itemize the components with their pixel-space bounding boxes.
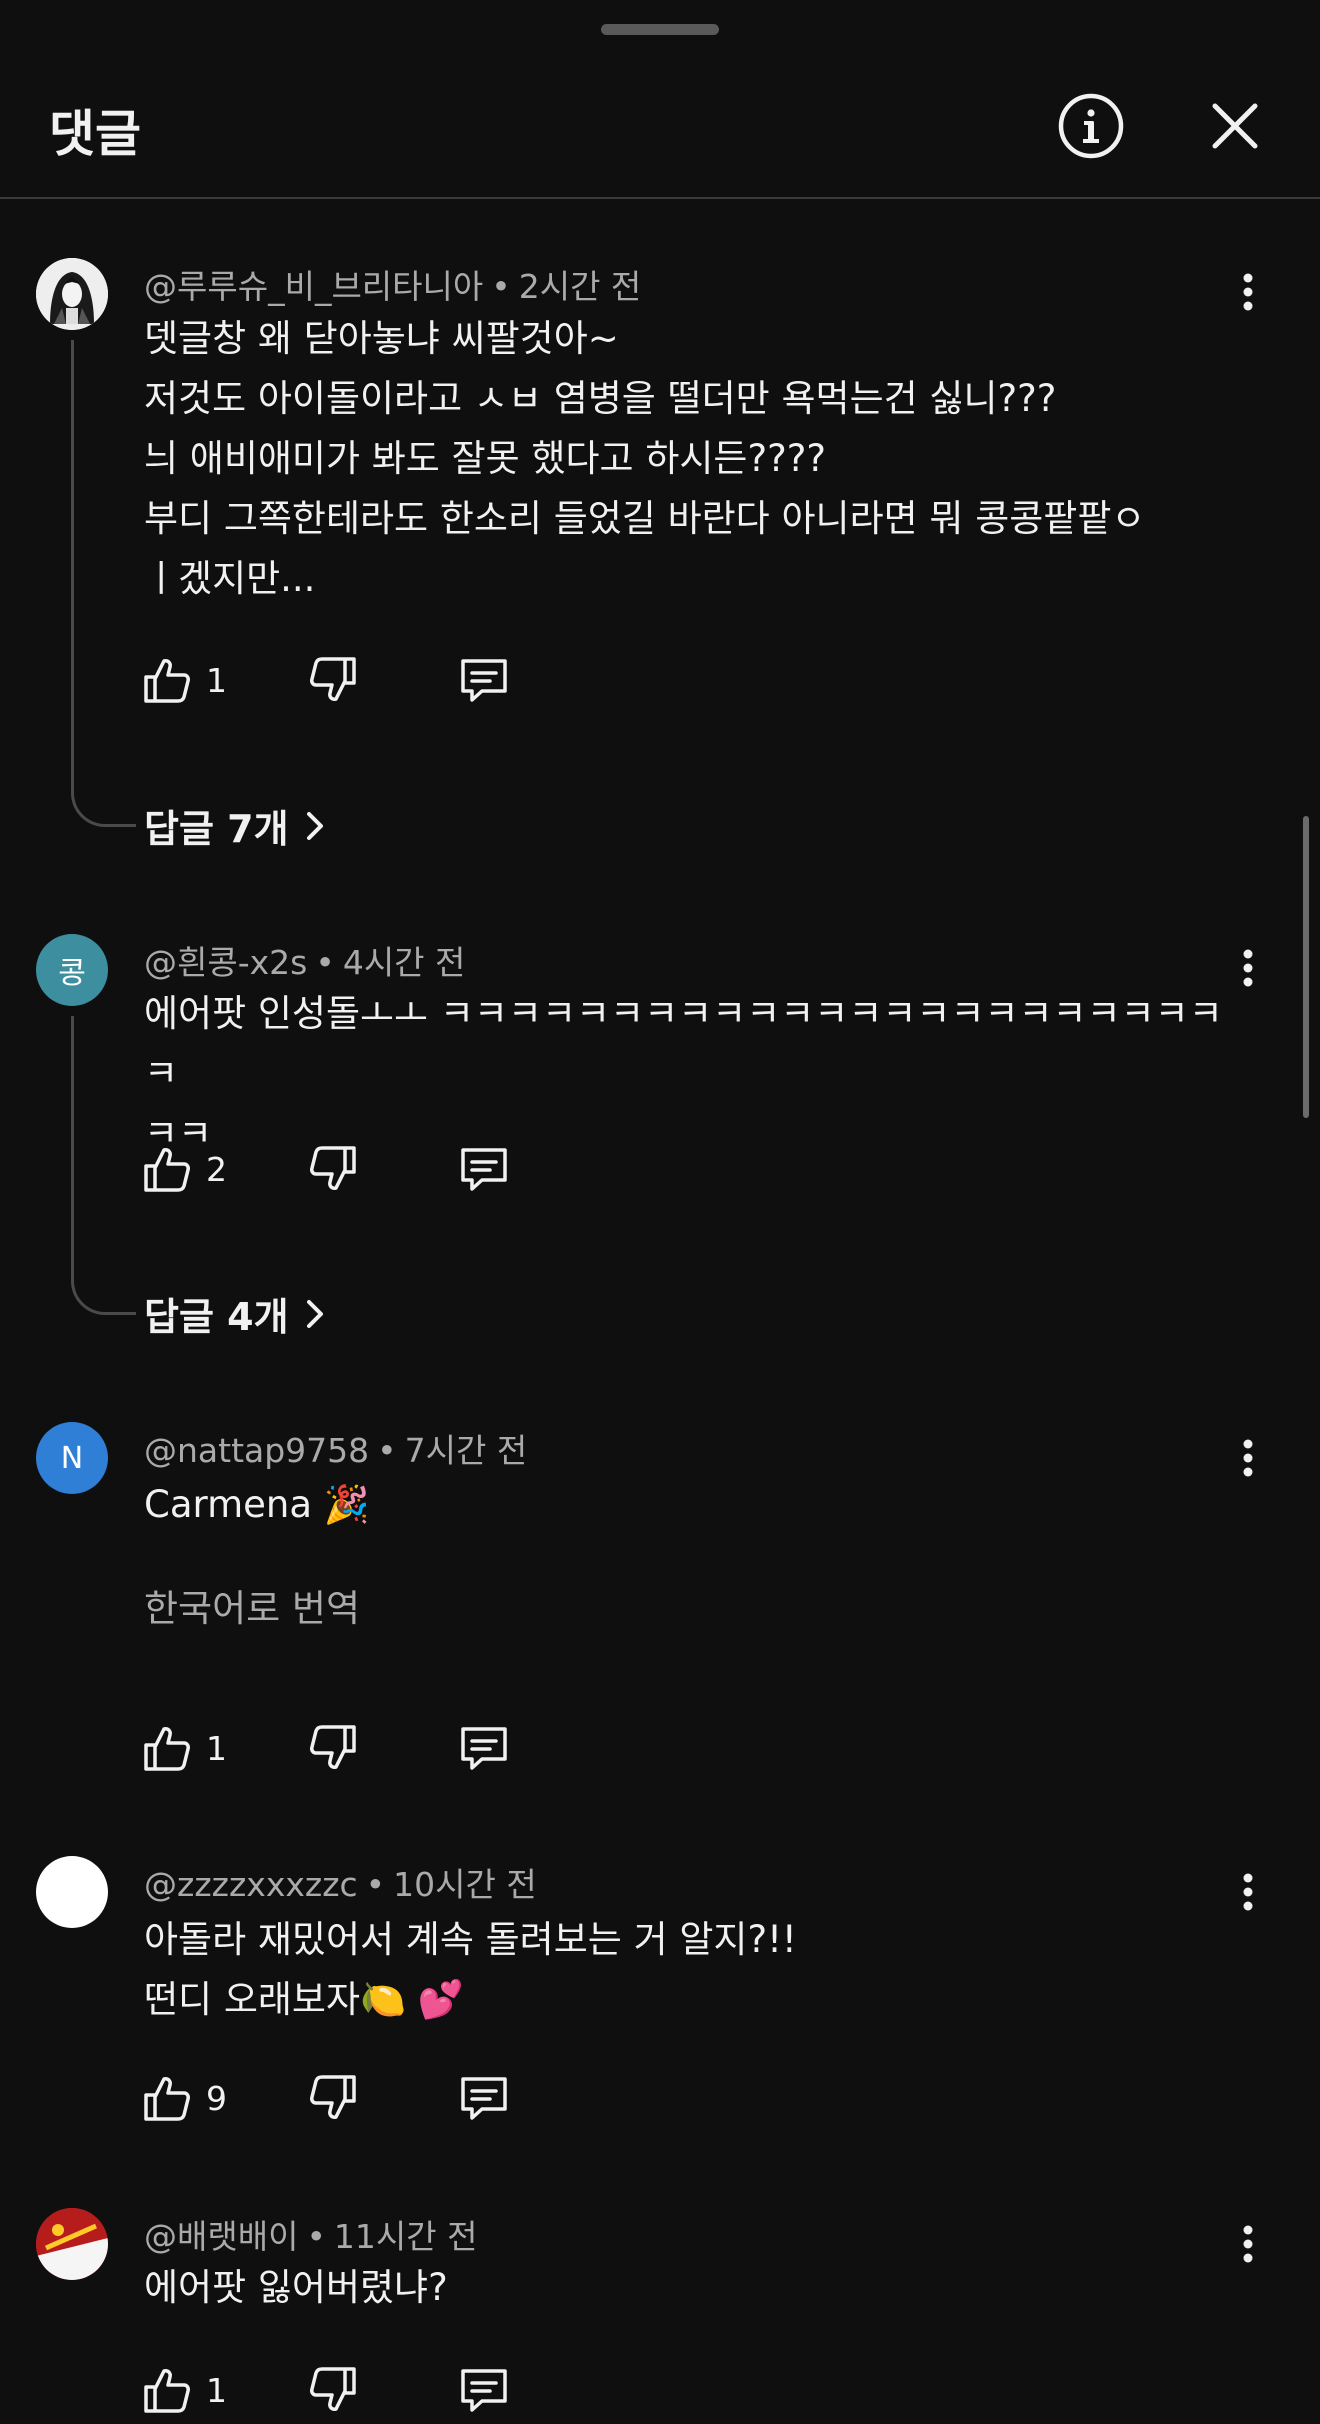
more-vert-icon — [1243, 273, 1253, 311]
info-icon — [1058, 93, 1124, 159]
comment-time: 7시간 전 — [404, 1431, 528, 1470]
reply-icon — [461, 659, 507, 702]
reply-button[interactable] — [458, 2068, 510, 2128]
avatar[interactable] — [36, 2208, 108, 2280]
comment-text: 에어팟 잃어버렸냐? — [144, 2266, 448, 2309]
more-options-button[interactable] — [1228, 1428, 1268, 1488]
replies-count-label: 답글 4개 — [144, 1295, 289, 1339]
more-vert-icon — [1243, 2225, 1253, 2263]
thumbs-up-icon — [144, 2369, 190, 2413]
replies-count-label: 답글 7개 — [144, 807, 289, 851]
header-divider — [0, 197, 1320, 199]
scrollbar[interactable] — [1303, 816, 1309, 1118]
thumbs-down-icon — [310, 2075, 356, 2119]
like-button[interactable]: 2 — [142, 1139, 227, 1199]
avatar[interactable]: N — [36, 1422, 108, 1494]
reply-icon — [461, 1727, 507, 1770]
comment-time: 11시간 전 — [333, 2217, 478, 2256]
avatar-letter: 콩 — [58, 956, 86, 991]
reply-icon — [461, 2077, 507, 2120]
dislike-button[interactable] — [308, 650, 358, 710]
comment-time: 4시간 전 — [342, 943, 466, 982]
dislike-button[interactable] — [308, 2068, 358, 2128]
thumbs-down-icon — [310, 1146, 356, 1190]
dislike-button[interactable] — [308, 1718, 358, 1778]
like-button[interactable]: 1 — [142, 1718, 227, 1778]
comments-sheet: 댓글 @루루슈_비_브리타니아 • 2시간 전 뎃글창 왜 닫아놓냐 씨팔것아~… — [0, 0, 1320, 2424]
comment-actions: 1 — [142, 2360, 542, 2420]
dislike-button[interactable] — [308, 2360, 358, 2420]
comment-time: 10시간 전 — [393, 1865, 537, 1904]
comment-text: 뎃글창 왜 닫아놓냐 씨팔것아~ 저것도 아이돌이라고 ㅅㅂ 염병을 떨더만 욕… — [144, 317, 1146, 600]
comment-meta: @배랫배이 • 11시간 전 — [144, 2217, 478, 2256]
comment-author[interactable]: @nattap9758 — [144, 1431, 369, 1470]
thumbs-up-icon — [144, 1148, 190, 1192]
like-count: 1 — [206, 1728, 227, 1768]
more-options-button[interactable] — [1228, 938, 1268, 998]
like-button[interactable]: 9 — [142, 2068, 227, 2128]
thumbs-up-icon — [144, 1727, 190, 1771]
flag-avatar-icon — [36, 2208, 108, 2280]
like-count: 2 — [206, 1149, 227, 1189]
thumbs-up-icon — [144, 2077, 190, 2121]
thread-line — [71, 1016, 136, 1315]
view-replies-button[interactable]: 답글 4개 — [144, 1286, 325, 1341]
close-icon — [1212, 103, 1258, 149]
chevron-right-icon — [306, 811, 323, 840]
dislike-button[interactable] — [308, 1139, 358, 1199]
reply-button[interactable] — [458, 2360, 510, 2420]
like-count: 1 — [206, 2370, 227, 2410]
like-button[interactable]: 1 — [142, 2360, 227, 2420]
drag-handle[interactable] — [601, 24, 719, 35]
comment-actions: 1 — [142, 1718, 542, 1778]
comment-time: 2시간 전 — [518, 267, 642, 306]
reply-button[interactable] — [458, 1139, 510, 1199]
view-replies-button[interactable]: 답글 7개 — [144, 798, 325, 853]
like-button[interactable]: 1 — [142, 650, 227, 710]
avatar[interactable] — [36, 258, 108, 330]
comment-text: 아돌라 재밌어서 계속 돌려보는 거 알지?!! 떤디 오래보자🍋 💕 — [144, 1918, 797, 2021]
reply-icon — [461, 1148, 507, 1191]
comment-meta: @nattap9758 • 7시간 전 — [144, 1431, 528, 1470]
thread-line — [71, 340, 136, 827]
more-vert-icon — [1243, 1873, 1253, 1911]
more-options-button[interactable] — [1228, 1862, 1268, 1922]
close-button[interactable] — [1202, 93, 1268, 159]
comment-author[interactable]: @흰콩-x2s — [144, 943, 307, 982]
thumbs-down-icon — [310, 657, 356, 701]
comment-meta: @루루슈_비_브리타니아 • 2시간 전 — [144, 267, 642, 306]
reply-button[interactable] — [458, 1718, 510, 1778]
comment-author[interactable]: @배랫배이 — [144, 2217, 298, 2256]
translate-link[interactable]: 한국어로 번역 — [144, 1578, 360, 1632]
comment-actions: 1 — [142, 650, 542, 710]
info-button[interactable] — [1058, 93, 1124, 159]
comment-text: 에어팟 인성돌ㅗㅗ ㅋㅋㅋㅋㅋㅋㅋㅋㅋㅋㅋㅋㅋㅋㅋㅋㅋㅋㅋㅋㅋㅋㅋㅋ ㅋㅋ — [144, 992, 1223, 1155]
like-count: 1 — [206, 660, 227, 700]
like-count: 9 — [206, 2078, 227, 2118]
comment-actions: 9 — [142, 2068, 542, 2128]
comment-author[interactable]: @zzzzxxxzzc — [144, 1865, 358, 1904]
thumbs-up-icon — [144, 659, 190, 703]
chevron-right-icon — [306, 1299, 323, 1328]
comment-meta: @zzzzxxxzzc • 10시간 전 — [144, 1865, 537, 1904]
avatar-letter: N — [60, 1440, 84, 1476]
reply-icon — [461, 2369, 507, 2412]
comment-meta: @흰콩-x2s • 4시간 전 — [144, 943, 466, 982]
avatar[interactable] — [36, 1856, 108, 1928]
more-vert-icon — [1243, 1439, 1253, 1477]
comment-text: Carmena 🎉 — [144, 1483, 370, 1526]
anime-avatar-icon — [36, 258, 108, 330]
more-options-button[interactable] — [1228, 262, 1268, 322]
thumbs-down-icon — [310, 1725, 356, 1769]
more-options-button[interactable] — [1228, 2214, 1268, 2274]
page-title: 댓글 — [49, 105, 141, 163]
avatar[interactable]: 콩 — [36, 934, 108, 1006]
thumbs-down-icon — [310, 2367, 356, 2411]
more-vert-icon — [1243, 949, 1253, 987]
reply-button[interactable] — [458, 650, 510, 710]
comment-author[interactable]: @루루슈_비_브리타니아 — [144, 267, 483, 306]
comment-actions: 2 — [142, 1139, 542, 1199]
